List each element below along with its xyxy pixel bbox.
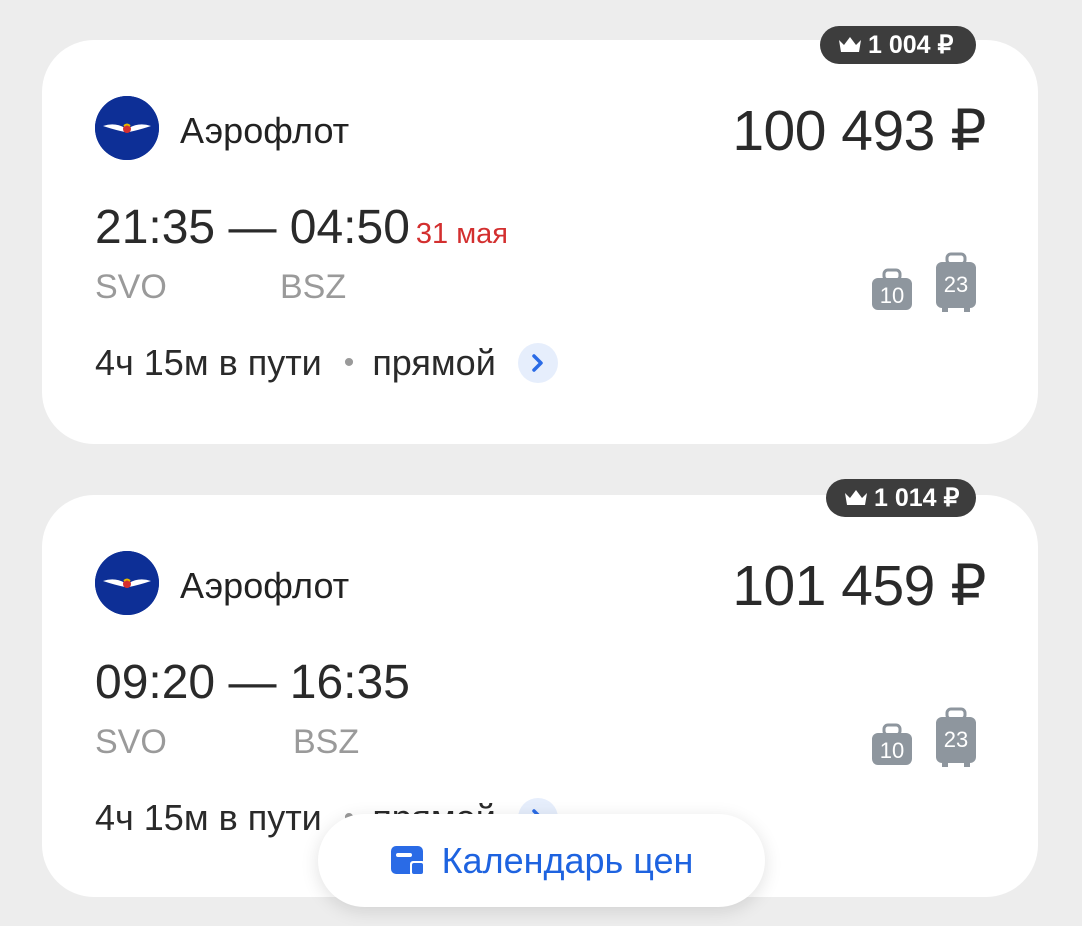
departure-arrival-times: 09:20 — 16:35 [95, 656, 410, 709]
checked-baggage-kg: 23 [944, 272, 968, 297]
hand-baggage-icon: 10 [872, 723, 912, 765]
flight-card[interactable]: 1 004 ₽ Аэрофлот 100 493 ₽ 21:35 — 04:50… [42, 26, 1038, 444]
aeroflot-logo-icon [95, 96, 159, 160]
flight-price: 100 493 ₽ [732, 99, 986, 163]
departure-arrival-times: 21:35 — 04:50 [95, 201, 410, 254]
price-calendar-label: Календарь цен [441, 839, 694, 881]
cashback-amount: 1 014 ₽ [874, 484, 960, 512]
destination-code: BSZ [280, 268, 347, 306]
checked-baggage-icon: 23 [936, 252, 976, 312]
flight-times: 21:35 — 04:50 31 мая [95, 200, 508, 255]
checked-baggage-icon: 23 [936, 707, 976, 767]
next-day-label: 31 мая [415, 218, 508, 250]
price-calendar-button[interactable]: Календарь цен [318, 814, 765, 907]
crown-icon [845, 490, 867, 505]
airline-name: Аэрофлот [180, 565, 350, 606]
details-button[interactable] [517, 343, 558, 383]
flight-summary: 4ч 15м в пути • прямой [95, 342, 558, 384]
cashback-amount: 1 004 ₽ [868, 31, 954, 59]
cashback-badge: 1 014 ₽ [826, 479, 976, 517]
origin-code: SVO [95, 268, 167, 306]
origin-code: SVO [95, 723, 167, 761]
chevron-right-icon [532, 354, 543, 372]
crown-icon [839, 37, 861, 52]
flight-price: 101 459 ₽ [732, 554, 986, 618]
stops-label: прямой [372, 342, 496, 383]
flight-times: 09:20 — 16:35 [95, 655, 410, 710]
destination-code: BSZ [293, 723, 360, 761]
airline-name: Аэрофлот [180, 110, 350, 151]
cashback-badge: 1 004 ₽ [820, 26, 976, 64]
checked-baggage-kg: 23 [944, 727, 968, 752]
flight-duration: 4ч 15м в пути [95, 342, 322, 383]
hand-baggage-icon: 10 [872, 268, 912, 310]
hand-baggage-kg: 10 [880, 283, 904, 308]
calendar-icon [390, 845, 425, 876]
hand-baggage-kg: 10 [880, 738, 904, 763]
separator-dot: • [343, 346, 355, 379]
aeroflot-logo-icon [95, 551, 159, 615]
flight-duration: 4ч 15м в пути [95, 797, 322, 838]
